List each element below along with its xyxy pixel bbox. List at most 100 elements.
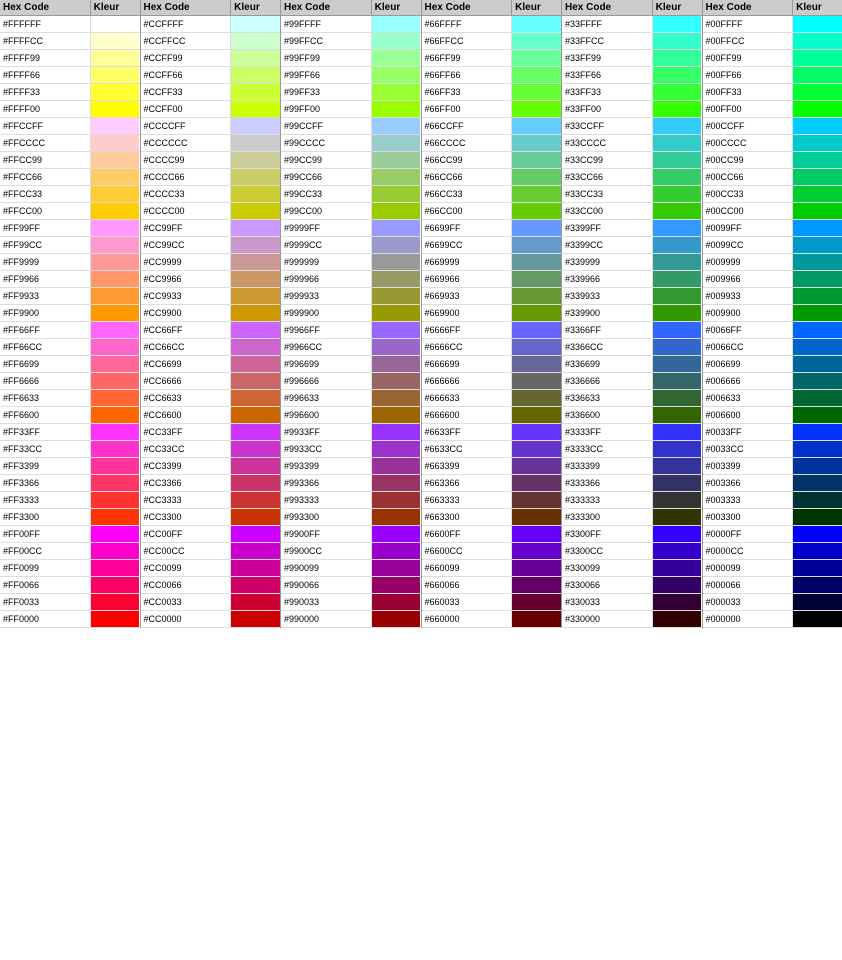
- color-row: #33CC66: [562, 169, 702, 186]
- color-swatch: [231, 186, 280, 202]
- color-row: #663300: [422, 509, 562, 526]
- color-row: #CC6666: [141, 373, 281, 390]
- color-swatch: [372, 186, 421, 202]
- hex-code: #990066: [281, 577, 372, 593]
- hex-code: #CC6666: [141, 373, 232, 389]
- hex-code: #CCCC99: [141, 152, 232, 168]
- hex-code: #6600CC: [422, 543, 513, 559]
- color-row: #660033: [422, 594, 562, 611]
- hex-code: #FF33FF: [0, 424, 91, 440]
- color-swatch: [653, 594, 702, 610]
- color-row: #FFCC00: [0, 203, 140, 220]
- color-table: Hex CodeKleur#FFFFFF#FFFFCC#FFFF99#FFFF6…: [0, 0, 842, 628]
- color-swatch: [793, 50, 842, 66]
- color-row: #FF6699: [0, 356, 140, 373]
- color-row: #990066: [281, 577, 421, 594]
- color-swatch: [512, 407, 561, 423]
- color-swatch: [793, 101, 842, 117]
- header-hex-label: Hex Code: [703, 0, 794, 15]
- color-swatch: [653, 441, 702, 457]
- hex-code: #33CC66: [562, 169, 653, 185]
- color-row: #66FF66: [422, 67, 562, 84]
- color-row: #FFCCCC: [0, 135, 140, 152]
- color-row: #CCFFCC: [141, 33, 281, 50]
- color-row: #000000: [703, 611, 842, 628]
- hex-code: #FFFF33: [0, 84, 91, 100]
- hex-code: #CCFFFF: [141, 16, 232, 32]
- color-swatch: [231, 305, 280, 321]
- color-swatch: [793, 526, 842, 542]
- color-row: #CCCC33: [141, 186, 281, 203]
- color-swatch: [653, 526, 702, 542]
- color-row: #006699: [703, 356, 842, 373]
- color-swatch: [372, 84, 421, 100]
- hex-code: #990033: [281, 594, 372, 610]
- color-swatch: [653, 152, 702, 168]
- hex-code: #996633: [281, 390, 372, 406]
- hex-code: #33CC99: [562, 152, 653, 168]
- color-row: #FF9999: [0, 254, 140, 271]
- color-swatch: [512, 305, 561, 321]
- color-swatch: [512, 492, 561, 508]
- color-swatch: [91, 135, 140, 151]
- hex-code: #000099: [703, 560, 794, 576]
- color-row: #CC00FF: [141, 526, 281, 543]
- hex-code: #CCCCFF: [141, 118, 232, 134]
- hex-code: #CCCC00: [141, 203, 232, 219]
- color-row: #FF9966: [0, 271, 140, 288]
- hex-code: #00FF33: [703, 84, 794, 100]
- hex-code: #66CC99: [422, 152, 513, 168]
- color-row: #CC9900: [141, 305, 281, 322]
- hex-code: #009999: [703, 254, 794, 270]
- hex-code: #FF3366: [0, 475, 91, 491]
- color-row: #CC0000: [141, 611, 281, 628]
- hex-code: #CC66CC: [141, 339, 232, 355]
- color-row: #996600: [281, 407, 421, 424]
- color-swatch: [231, 492, 280, 508]
- color-row: #009999: [703, 254, 842, 271]
- hex-code: #FF9966: [0, 271, 91, 287]
- hex-code: #009966: [703, 271, 794, 287]
- color-row: #99FFCC: [281, 33, 421, 50]
- color-swatch: [231, 390, 280, 406]
- color-swatch: [372, 611, 421, 627]
- color-row: #00FF99: [703, 50, 842, 67]
- hex-code: #FF33CC: [0, 441, 91, 457]
- color-swatch: [793, 339, 842, 355]
- hex-code: #6699CC: [422, 237, 513, 253]
- color-swatch: [653, 390, 702, 406]
- column-3: Hex CodeKleur#66FFFF#66FFCC#66FF99#66FF6…: [422, 0, 563, 628]
- color-row: #66FF00: [422, 101, 562, 118]
- color-row: #FF00FF: [0, 526, 140, 543]
- hex-code: #33FF99: [562, 50, 653, 66]
- hex-code: #666600: [422, 407, 513, 423]
- hex-code: #3333CC: [562, 441, 653, 457]
- hex-code: #006633: [703, 390, 794, 406]
- color-row: #6633FF: [422, 424, 562, 441]
- hex-code: #99CC00: [281, 203, 372, 219]
- color-swatch: [512, 373, 561, 389]
- hex-code: #000000: [703, 611, 794, 627]
- color-row: #993300: [281, 509, 421, 526]
- color-row: #6600CC: [422, 543, 562, 560]
- color-row: #339933: [562, 288, 702, 305]
- color-row: #33FF66: [562, 67, 702, 84]
- color-swatch: [653, 220, 702, 236]
- color-swatch: [793, 441, 842, 457]
- color-swatch: [793, 407, 842, 423]
- color-row: #66CCCC: [422, 135, 562, 152]
- color-swatch: [512, 237, 561, 253]
- hex-code: #990099: [281, 560, 372, 576]
- hex-code: #00CC99: [703, 152, 794, 168]
- hex-code: #0099FF: [703, 220, 794, 236]
- color-swatch: [231, 16, 280, 32]
- hex-code: #FFFF00: [0, 101, 91, 117]
- color-row: #9966CC: [281, 339, 421, 356]
- color-swatch: [512, 101, 561, 117]
- color-swatch: [372, 33, 421, 49]
- color-swatch: [372, 339, 421, 355]
- color-swatch: [653, 305, 702, 321]
- hex-code: #999900: [281, 305, 372, 321]
- color-swatch: [512, 118, 561, 134]
- hex-code: #0066FF: [703, 322, 794, 338]
